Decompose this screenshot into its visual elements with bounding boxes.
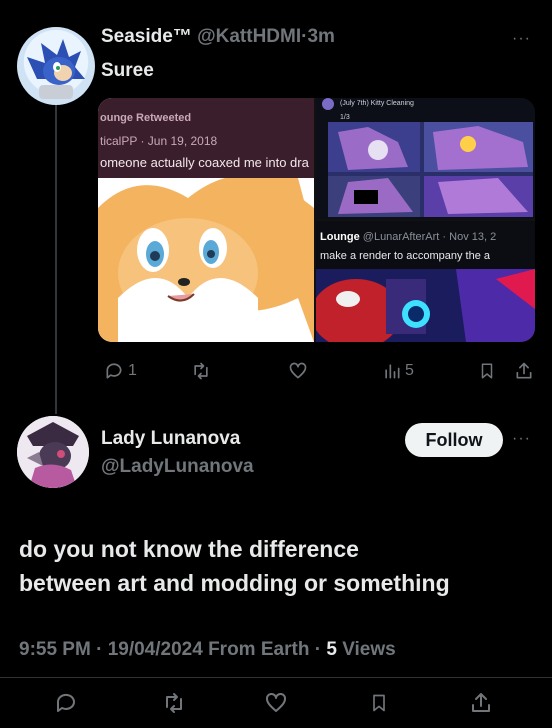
- reply-icon[interactable]: [103, 360, 125, 382]
- main-share-icon[interactable]: [468, 690, 494, 716]
- media-left[interactable]: ounge Retweeted ticalPP · Jun 19, 2018 o…: [98, 98, 314, 342]
- media-br-handle-date: @LunarAfterArt · Nov 13, 2: [362, 231, 497, 243]
- views-count: 5: [405, 362, 414, 379]
- main-handle[interactable]: @LadyLunanova: [101, 456, 254, 478]
- views-icon[interactable]: [381, 360, 403, 382]
- media-tails-art: [98, 178, 314, 342]
- avatar-seaside[interactable]: [17, 27, 95, 105]
- display-name[interactable]: Seaside™: [101, 26, 192, 47]
- timestamp[interactable]: 3m: [307, 26, 334, 47]
- tweet-time[interactable]: 9:55 PM: [19, 639, 91, 660]
- tweet-text: Suree: [101, 60, 154, 81]
- main-tweet-text-line1: do you not know the difference: [19, 536, 359, 562]
- main-tweet-text-line2: between art and modding or something: [19, 570, 450, 596]
- media-br-header: Lounge @LunarAfterArt · Nov 13, 2: [320, 231, 496, 243]
- main-display-name[interactable]: Lady Lunanova: [101, 428, 240, 450]
- retweet-icon[interactable]: [189, 360, 213, 382]
- tweet-header: Seaside™ @KattHDMI·3m: [101, 26, 335, 48]
- follow-button[interactable]: Follow: [405, 423, 503, 457]
- media-top-right[interactable]: (July 7th) Kitty Cleaning 1/3: [316, 98, 535, 219]
- avatar-lady-lunanova[interactable]: [17, 416, 89, 488]
- media-blaze-grid: [328, 122, 533, 217]
- handle[interactable]: @KattHDMI: [197, 26, 301, 47]
- main-like-icon[interactable]: [263, 690, 289, 716]
- main-tweet-text: do you not know the difference between a…: [19, 532, 539, 600]
- avatar-lunanova-art: [17, 416, 89, 488]
- avatar-seaside-art: [27, 39, 85, 99]
- reply-count: 1: [128, 362, 137, 379]
- media-render-art: [316, 269, 535, 342]
- main-handle-text[interactable]: @LadyLunanova: [101, 456, 254, 477]
- media-snippet: omeone actually coaxed me into dra: [100, 155, 309, 170]
- meta-sep-1: ·: [96, 639, 103, 660]
- more-options-icon[interactable]: ···: [512, 30, 531, 48]
- media-caption: (July 7th) Kitty Cleaning: [340, 100, 414, 107]
- media-br-name: Lounge: [320, 231, 360, 243]
- main-reply-icon[interactable]: [53, 690, 79, 716]
- meta-sep-2: ·: [314, 639, 322, 660]
- thread-line: [55, 104, 57, 414]
- tweet-meta: 9:55 PM · 19/04/2024 From Earth · 5 View…: [19, 639, 396, 661]
- media-page-indicator: 1/3: [340, 114, 350, 121]
- bookmark-icon[interactable]: [477, 360, 497, 382]
- media-bottom-right[interactable]: Lounge @LunarAfterArt · Nov 13, 2 make a…: [316, 221, 535, 342]
- main-retweet-icon[interactable]: [160, 690, 188, 716]
- tweet-date[interactable]: 19/04/2024: [108, 639, 203, 660]
- main-bookmark-icon[interactable]: [367, 690, 391, 716]
- share-icon[interactable]: [513, 360, 535, 382]
- media-br-snippet: make a render to accompany the a: [320, 250, 490, 262]
- tweet-views-label: Views: [342, 639, 396, 660]
- tweet-source: From Earth: [208, 639, 310, 660]
- media-grid[interactable]: ounge Retweeted ticalPP · Jun 19, 2018 o…: [98, 98, 535, 342]
- media-source-line: ticalPP · Jun 19, 2018: [100, 134, 218, 148]
- main-more-options-icon[interactable]: ···: [512, 430, 531, 448]
- divider: [0, 677, 552, 678]
- tweet-views-count[interactable]: 5: [326, 639, 337, 660]
- like-icon[interactable]: [287, 360, 309, 382]
- media-retweet-label: ounge Retweeted: [100, 112, 192, 124]
